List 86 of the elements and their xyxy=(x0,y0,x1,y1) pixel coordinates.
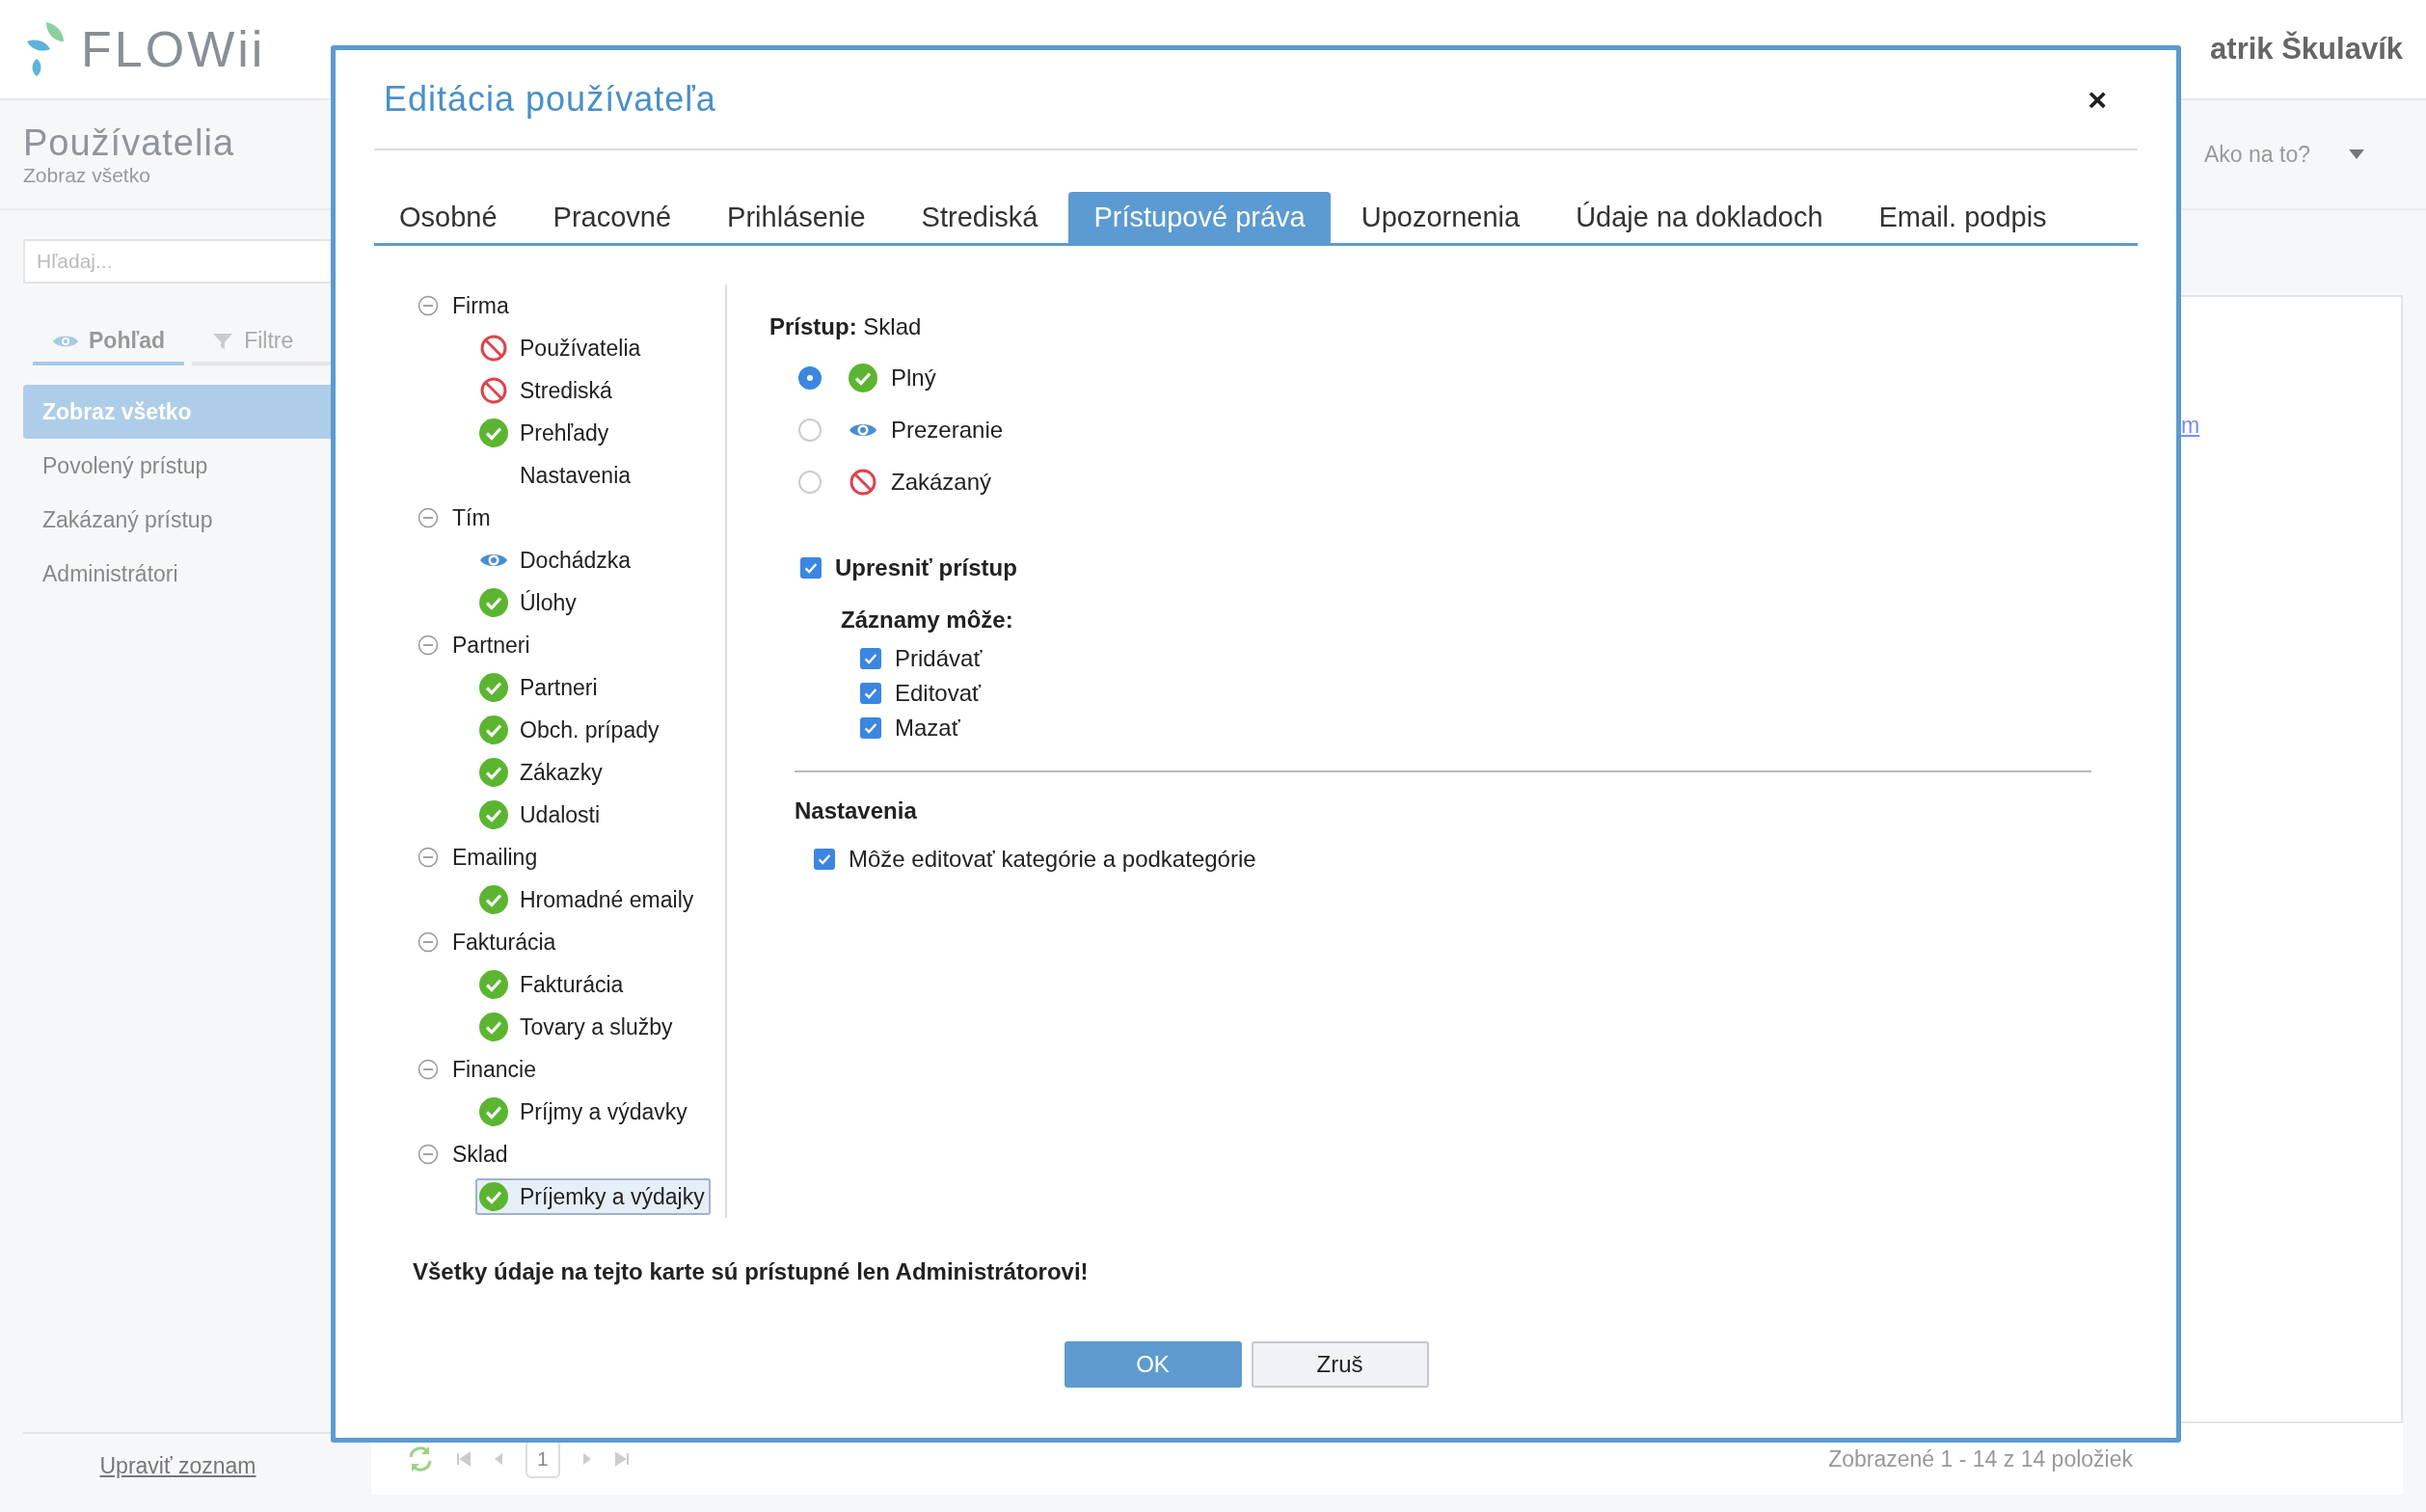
checkbox-label: Upresniť prístup xyxy=(835,554,1017,581)
tab[interactable]: Osobné xyxy=(374,192,523,243)
checkbox[interactable] xyxy=(860,648,881,669)
user-name[interactable]: atrik Škulavík xyxy=(2210,32,2403,67)
access-heading: Prístup: Sklad xyxy=(769,313,923,341)
tree-item[interactable]: Príjmy a výdavky xyxy=(520,1098,687,1125)
tree-item[interactable]: Firma xyxy=(452,292,509,319)
collapse-icon[interactable] xyxy=(418,932,439,953)
tree-item[interactable]: Zákazky xyxy=(520,759,603,786)
tree-item[interactable]: Prehľady xyxy=(520,419,609,446)
checkbox-label: Editovať xyxy=(895,680,982,707)
check-circle-icon xyxy=(479,716,508,744)
filter-icon xyxy=(211,331,235,351)
tree-item[interactable]: Emailing xyxy=(452,844,538,871)
checkbox[interactable] xyxy=(800,557,822,579)
tree-item[interactable]: Dochádzka xyxy=(520,547,632,574)
check-circle-icon xyxy=(479,418,508,447)
pager-summary: Zobrazené 1 - 14 z 14 položiek xyxy=(1828,1445,2133,1472)
tree-item[interactable]: Tovary a služby xyxy=(520,1013,673,1040)
checkbox[interactable] xyxy=(860,683,881,704)
collapse-icon[interactable] xyxy=(418,847,439,868)
prohibited-icon xyxy=(479,334,508,363)
caret-icon xyxy=(2349,149,2364,159)
logo-text: FLOWii xyxy=(81,20,266,78)
radio-button[interactable] xyxy=(798,418,822,442)
page-subtitle: Zobraz všetko xyxy=(23,163,151,187)
check-circle-icon xyxy=(479,673,508,702)
prohibited-icon xyxy=(849,468,877,497)
tree-item[interactable]: Partneri xyxy=(520,674,598,701)
check-circle-icon xyxy=(479,970,508,999)
last-page-icon xyxy=(613,1451,630,1467)
tab[interactable]: Pracovné xyxy=(527,192,697,243)
check-circle-icon xyxy=(479,1097,508,1126)
next-page-icon xyxy=(580,1451,593,1467)
collapse-icon[interactable] xyxy=(418,295,439,316)
page-title: Používatelia xyxy=(23,122,234,164)
collapse-icon[interactable] xyxy=(418,634,439,656)
prohibited-icon xyxy=(479,376,508,405)
radio-label: Zakázaný xyxy=(891,469,992,496)
tab[interactable]: Údaje na dokladoch xyxy=(1550,192,1848,243)
tree-item[interactable]: Používatelia xyxy=(520,335,641,362)
cancel-button[interactable]: Zruš xyxy=(1251,1341,1429,1388)
edit-list-link[interactable]: Upraviť zoznam xyxy=(99,1453,256,1478)
tree-item[interactable]: Financie xyxy=(452,1056,536,1083)
check-circle-icon xyxy=(479,758,508,787)
check-circle-icon xyxy=(479,885,508,914)
collapse-icon[interactable] xyxy=(418,1059,439,1080)
section-title: Nastavenia xyxy=(794,796,918,825)
checkbox-label: Môže editovať kategórie a podkategórie xyxy=(849,846,1256,873)
tree-item[interactable]: Partneri xyxy=(452,632,530,659)
tree-item[interactable]: Tím xyxy=(452,504,491,531)
collapse-icon[interactable] xyxy=(418,1144,439,1165)
tab[interactable]: Upozornenia xyxy=(1335,192,1546,243)
check-circle-icon xyxy=(479,800,508,829)
previous-page-icon xyxy=(493,1451,504,1467)
section-label: Záznamy môže: xyxy=(840,606,1014,634)
collapse-icon[interactable] xyxy=(418,507,439,528)
checkbox[interactable] xyxy=(814,849,835,870)
tab[interactable]: Prihlásenie xyxy=(702,192,891,243)
tree-item[interactable]: Úlohy xyxy=(520,589,577,616)
tree-item[interactable]: Hromadné emaily xyxy=(520,886,694,913)
radio-button[interactable] xyxy=(798,471,822,494)
notice-text: Všetky údaje na tejto karte sú prístupné len Administrátorovi! xyxy=(412,1258,1090,1285)
tree-item[interactable]: Obch. prípady xyxy=(520,716,660,743)
checkbox[interactable] xyxy=(860,717,881,739)
tree-item[interactable]: Nastavenia xyxy=(520,462,632,489)
checkbox-label: Pridávať xyxy=(895,645,983,672)
radio-button[interactable] xyxy=(798,366,822,390)
dialog-title: Editácia používateľa xyxy=(384,79,716,120)
radio-label: Prezeranie xyxy=(891,417,1004,444)
check-circle-icon xyxy=(479,588,508,617)
tree-item[interactable]: Fakturácia xyxy=(520,971,624,998)
close-button[interactable]: × xyxy=(2088,80,2107,119)
checkbox-label: Mazať xyxy=(895,715,960,742)
tree-item[interactable]: Strediská xyxy=(520,377,612,404)
tree-item[interactable]: Sklad xyxy=(452,1141,508,1168)
tree-item[interactable]: Udalosti xyxy=(520,801,601,828)
tree-item[interactable]: Fakturácia xyxy=(452,929,556,956)
radio-label: Plný xyxy=(891,364,936,392)
first-page-icon xyxy=(456,1451,472,1467)
tree-item[interactable]: Príjemky a výdajky xyxy=(475,1178,711,1215)
check-circle-icon xyxy=(479,1012,508,1041)
tab[interactable]: Strediská xyxy=(896,192,1064,243)
tab[interactable]: Email. podpis xyxy=(1853,192,2072,243)
check-circle-icon xyxy=(479,1182,508,1211)
check-circle-icon xyxy=(849,364,877,392)
